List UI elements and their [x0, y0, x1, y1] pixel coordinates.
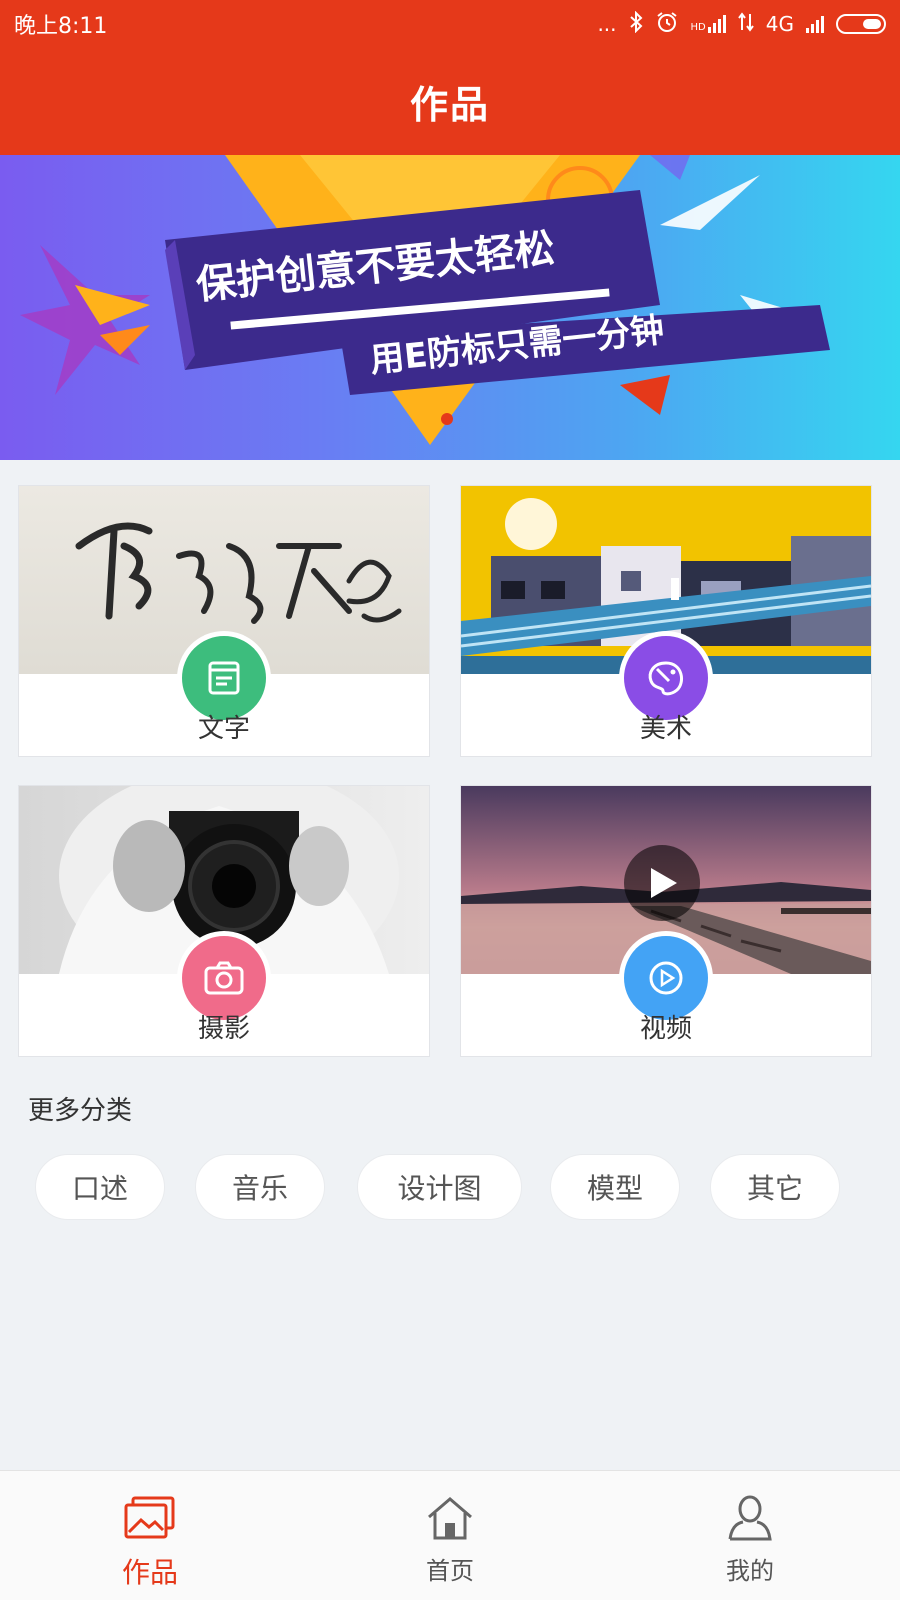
chip-oral[interactable]: 口述 [35, 1154, 165, 1220]
user-icon [725, 1493, 775, 1543]
tab-works[interactable]: 作品 [90, 1471, 210, 1600]
tab-home[interactable]: 首页 [390, 1471, 510, 1600]
play-circle-icon [649, 961, 683, 995]
chip-design[interactable]: 设计图 [357, 1154, 522, 1220]
signal-icon [806, 15, 824, 33]
data-transfer-icon [737, 11, 754, 37]
alarm-icon [655, 10, 679, 39]
battery-icon [836, 14, 886, 34]
status-icons: ... HD 4G [597, 10, 886, 39]
chip-music[interactable]: 音乐 [195, 1154, 325, 1220]
category-card-art[interactable]: 美术 [460, 485, 872, 757]
category-label: 摄影 [197, 1014, 250, 1044]
banner-pager-dot[interactable] [441, 413, 453, 425]
camera-icon [204, 961, 244, 995]
network-type: 4G [765, 12, 794, 36]
bluetooth-icon [629, 10, 643, 38]
category-label: 美术 [639, 714, 692, 744]
category-label: 视频 [639, 1014, 692, 1044]
status-time: 晚上8:11 [14, 14, 108, 39]
app-header: 晚上8:11 ... HD 4G 作品 [0, 0, 900, 155]
category-card-video[interactable]: 视频 [460, 785, 872, 1057]
category-card-photo[interactable]: 摄影 [18, 785, 430, 1057]
tab-label: 首页 [426, 1557, 474, 1585]
tab-label: 我的 [726, 1557, 774, 1585]
bottom-nav: 作品 首页 我的 [0, 1470, 900, 1600]
palette-icon [648, 661, 684, 696]
status-bar: 晚上8:11 ... HD 4G [0, 0, 900, 48]
document-icon [208, 661, 240, 695]
tab-mine[interactable]: 我的 [690, 1471, 810, 1600]
category-card-text[interactable]: 文字 [18, 485, 430, 757]
signal-hd-icon: HD [691, 15, 726, 33]
more-categories-title: 更多分类 [28, 1096, 133, 1126]
home-icon [425, 1493, 475, 1543]
category-label: 文字 [197, 714, 250, 744]
tab-label: 作品 [121, 1556, 178, 1589]
chip-model[interactable]: 模型 [550, 1154, 680, 1220]
gallery-icon [123, 1493, 177, 1543]
chip-other[interactable]: 其它 [710, 1154, 840, 1220]
promo-banner[interactable]: 保护创意不要太轻松 用E防标只需一分钟 [0, 155, 900, 460]
page-title: 作品 [409, 83, 490, 127]
more-dots-icon: ... [597, 12, 617, 36]
hd-label: HD [690, 22, 706, 33]
